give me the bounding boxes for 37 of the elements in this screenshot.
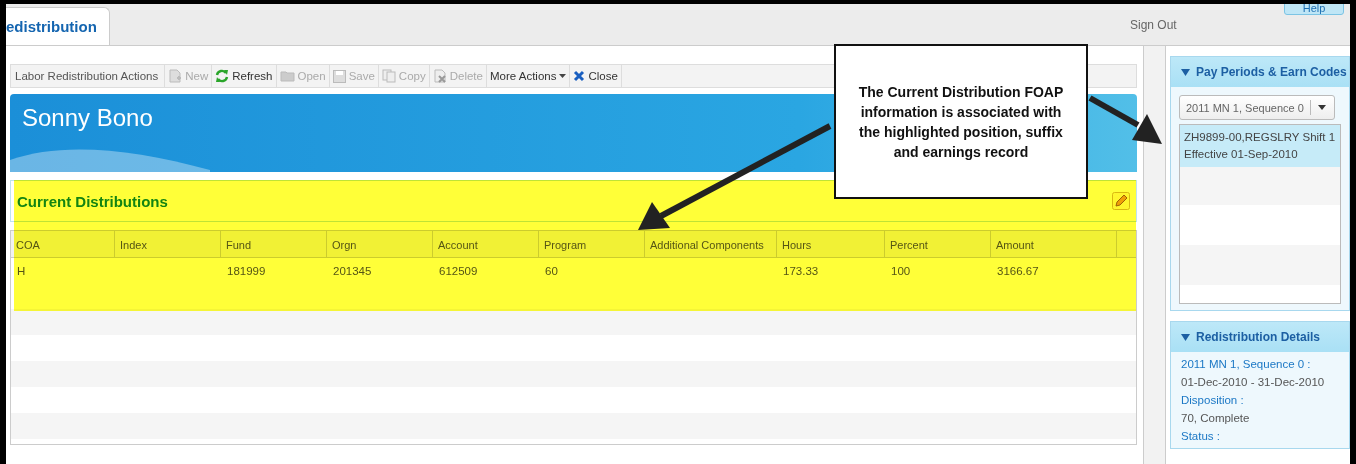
panel-title: Pay Periods & Earn Codes — [1196, 65, 1347, 79]
splitter[interactable] — [1144, 46, 1166, 464]
help-button[interactable]: Help — [1284, 4, 1344, 15]
tab[interactable]: edistribution — [6, 7, 110, 45]
table-cell-text: 60 — [544, 264, 559, 279]
list-item[interactable]: ZH9899-00,REGSLRY Shift 1 Effective 01-Sep-2010 — [1180, 125, 1340, 167]
detail-value: 70, Complete — [1181, 412, 1251, 424]
dropdown-caret-icon — [559, 74, 567, 78]
menu-button[interactable]: More Actions — [486, 65, 571, 87]
copy-icon — [381, 69, 396, 83]
toolbar-title: Labor Redistribution Actions — [15, 65, 166, 87]
detail-label: Status : — [1181, 430, 1221, 442]
table-cell-text: 3166.67 — [996, 264, 1040, 279]
toolbar-button[interactable]: Close — [570, 65, 622, 87]
table-cell-text: 100 — [890, 264, 912, 279]
panel-header[interactable]: Redistribution Details — [1171, 322, 1349, 352]
detail-label: Disposition : — [1181, 394, 1245, 406]
panel-title: Redistribution Details — [1196, 330, 1320, 344]
panel-header[interactable]: Pay Periods & Earn Codes — [1171, 57, 1349, 87]
close-icon — [573, 70, 586, 82]
table-cell-text: 612509 — [438, 264, 479, 279]
table-cell-text: 201345 — [332, 264, 373, 279]
callout-box: The Current Distribution FOAP information is associated with the highlighted position, suffix and earnings record — [834, 44, 1088, 199]
employee-name: Sonny Bono — [22, 104, 153, 132]
detail-label: 2011 MN 1, Sequence 0 : — [1181, 358, 1312, 370]
toolbar-button[interactable]: Refresh — [212, 65, 277, 87]
refresh-icon — [215, 69, 230, 83]
period-select[interactable]: 2011 MN 1, Sequence 0 — [1179, 95, 1335, 120]
table-cell-text: 173.33 — [782, 264, 820, 279]
table-cell-text: 181999 — [226, 264, 267, 279]
table-cell-text: H — [16, 264, 27, 279]
page-plus-icon — [168, 69, 183, 83]
sign-out-link[interactable]: Sign Out — [1130, 18, 1177, 32]
folder-icon — [279, 70, 295, 82]
detail-value: 01-Dec-2010 - 31-Dec-2010 — [1181, 376, 1326, 388]
delete-page-icon — [432, 69, 447, 83]
section-title: Current Distributions — [17, 192, 168, 210]
